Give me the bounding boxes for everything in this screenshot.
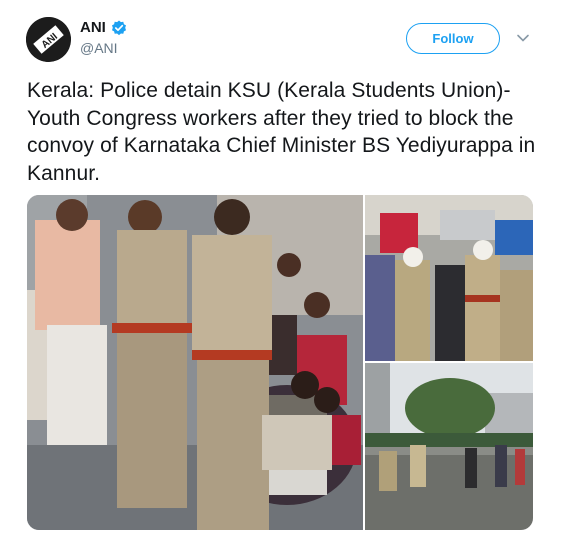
verified-badge-icon xyxy=(111,20,127,36)
chevron-down-icon[interactable] xyxy=(516,33,530,43)
tweet-card: ANI ANI @ANI Follow Kerala: Police detai… xyxy=(0,0,561,546)
tweet-text: Kerala: Police detain KSU (Kerala Studen… xyxy=(27,79,536,185)
photo-police-detain-protesters[interactable] xyxy=(27,195,363,530)
photo-police-crowd-street[interactable] xyxy=(365,195,533,361)
author-name-row[interactable]: ANI xyxy=(80,19,127,36)
tweet-media-grid[interactable] xyxy=(27,195,533,530)
author-handle[interactable]: @ANI xyxy=(80,40,118,56)
author-avatar[interactable]: ANI xyxy=(26,17,71,62)
author-name[interactable]: ANI xyxy=(80,19,106,36)
follow-button[interactable]: Follow xyxy=(406,23,500,54)
photo-street-scene-police[interactable] xyxy=(365,363,533,530)
